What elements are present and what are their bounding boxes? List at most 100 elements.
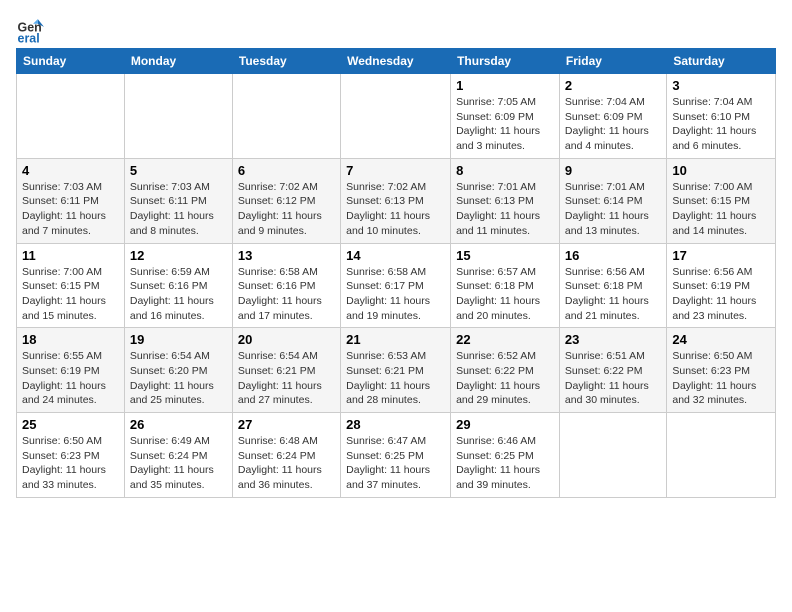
- day-cell: 10 Sunrise: 7:00 AM Sunset: 6:15 PM Dayli…: [667, 158, 776, 243]
- day-number: 27: [238, 417, 335, 432]
- day-cell: 15 Sunrise: 6:57 AM Sunset: 6:18 PM Dayli…: [451, 243, 560, 328]
- day-info: Sunrise: 7:00 AM Sunset: 6:15 PM Dayligh…: [672, 180, 770, 239]
- col-header-sunday: Sunday: [17, 49, 125, 74]
- week-row-2: 4 Sunrise: 7:03 AM Sunset: 6:11 PM Daylig…: [17, 158, 776, 243]
- day-number: 5: [130, 163, 227, 178]
- day-info: Sunrise: 7:04 AM Sunset: 6:10 PM Dayligh…: [672, 95, 770, 154]
- col-header-thursday: Thursday: [451, 49, 560, 74]
- day-cell: 20Sunrise: 6:54 AM Sunset: 6:21 PM Dayli…: [232, 328, 340, 413]
- day-info: Sunrise: 6:46 AM Sunset: 6:25 PM Dayligh…: [456, 434, 554, 493]
- day-cell: [559, 413, 666, 498]
- day-cell: 22 Sunrise: 6:52 AM Sunset: 6:22 PM Dayli…: [451, 328, 560, 413]
- day-cell: [17, 74, 125, 159]
- day-number: 12: [130, 248, 227, 263]
- day-info: Sunrise: 7:01 AM Sunset: 6:13 PM Dayligh…: [456, 180, 554, 239]
- week-row-1: 1 Sunrise: 7:05 AM Sunset: 6:09 PM Daylig…: [17, 74, 776, 159]
- day-cell: 23 Sunrise: 6:51 AM Sunset: 6:22 PM Dayli…: [559, 328, 666, 413]
- day-cell: 5 Sunrise: 7:03 AM Sunset: 6:11 PM Daylig…: [124, 158, 232, 243]
- day-cell: 3 Sunrise: 7:04 AM Sunset: 6:10 PM Daylig…: [667, 74, 776, 159]
- day-info: Sunrise: 7:02 AM Sunset: 6:13 PM Dayligh…: [346, 180, 445, 239]
- day-number: 21: [346, 332, 445, 347]
- day-number: 15: [456, 248, 554, 263]
- day-cell: 4 Sunrise: 7:03 AM Sunset: 6:11 PM Daylig…: [17, 158, 125, 243]
- col-header-wednesday: Wednesday: [341, 49, 451, 74]
- col-header-saturday: Saturday: [667, 49, 776, 74]
- svg-text:eral: eral: [18, 31, 40, 44]
- day-number: 20: [238, 332, 335, 347]
- day-number: 16: [565, 248, 661, 263]
- day-cell: [232, 74, 340, 159]
- day-cell: 7 Sunrise: 7:02 AM Sunset: 6:13 PM Daylig…: [341, 158, 451, 243]
- day-cell: [124, 74, 232, 159]
- day-info: Sunrise: 6:52 AM Sunset: 6:22 PM Dayligh…: [456, 349, 554, 408]
- day-info: Sunrise: 6:55 AM Sunset: 6:19 PM Dayligh…: [22, 349, 119, 408]
- day-info: Sunrise: 7:04 AM Sunset: 6:09 PM Dayligh…: [565, 95, 661, 154]
- day-cell: 29 Sunrise: 6:46 AM Sunset: 6:25 PM Dayli…: [451, 413, 560, 498]
- day-number: 4: [22, 163, 119, 178]
- day-info: Sunrise: 7:03 AM Sunset: 6:11 PM Dayligh…: [130, 180, 227, 239]
- day-cell: 28 Sunrise: 6:47 AM Sunset: 6:25 PM Dayli…: [341, 413, 451, 498]
- day-cell: 25Sunrise: 6:50 AM Sunset: 6:23 PM Dayli…: [17, 413, 125, 498]
- day-cell: 27 Sunrise: 6:48 AM Sunset: 6:24 PM Dayli…: [232, 413, 340, 498]
- day-cell: 24 Sunrise: 6:50 AM Sunset: 6:23 PM Dayli…: [667, 328, 776, 413]
- day-number: 24: [672, 332, 770, 347]
- day-number: 7: [346, 163, 445, 178]
- day-info: Sunrise: 6:56 AM Sunset: 6:19 PM Dayligh…: [672, 265, 770, 324]
- day-info: Sunrise: 7:00 AM Sunset: 6:15 PM Dayligh…: [22, 265, 119, 324]
- day-cell: 2Sunrise: 7:04 AM Sunset: 6:09 PM Daylig…: [559, 74, 666, 159]
- day-info: Sunrise: 7:03 AM Sunset: 6:11 PM Dayligh…: [22, 180, 119, 239]
- day-info: Sunrise: 6:58 AM Sunset: 6:17 PM Dayligh…: [346, 265, 445, 324]
- day-number: 10: [672, 163, 770, 178]
- day-info: Sunrise: 6:54 AM Sunset: 6:20 PM Dayligh…: [130, 349, 227, 408]
- logo: Gen eral: [16, 16, 46, 44]
- day-info: Sunrise: 6:50 AM Sunset: 6:23 PM Dayligh…: [22, 434, 119, 493]
- day-cell: 16Sunrise: 6:56 AM Sunset: 6:18 PM Dayli…: [559, 243, 666, 328]
- day-number: 11: [22, 248, 119, 263]
- col-header-tuesday: Tuesday: [232, 49, 340, 74]
- day-number: 17: [672, 248, 770, 263]
- day-info: Sunrise: 6:50 AM Sunset: 6:23 PM Dayligh…: [672, 349, 770, 408]
- day-cell: 12 Sunrise: 6:59 AM Sunset: 6:16 PM Dayli…: [124, 243, 232, 328]
- day-number: 29: [456, 417, 554, 432]
- week-row-5: 25Sunrise: 6:50 AM Sunset: 6:23 PM Dayli…: [17, 413, 776, 498]
- day-info: Sunrise: 6:57 AM Sunset: 6:18 PM Dayligh…: [456, 265, 554, 324]
- day-cell: 11 Sunrise: 7:00 AM Sunset: 6:15 PM Dayli…: [17, 243, 125, 328]
- day-info: Sunrise: 6:58 AM Sunset: 6:16 PM Dayligh…: [238, 265, 335, 324]
- day-cell: 13Sunrise: 6:58 AM Sunset: 6:16 PM Dayli…: [232, 243, 340, 328]
- day-cell: 18 Sunrise: 6:55 AM Sunset: 6:19 PM Dayli…: [17, 328, 125, 413]
- day-info: Sunrise: 6:53 AM Sunset: 6:21 PM Dayligh…: [346, 349, 445, 408]
- day-number: 14: [346, 248, 445, 263]
- day-number: 1: [456, 78, 554, 93]
- day-cell: 1 Sunrise: 7:05 AM Sunset: 6:09 PM Daylig…: [451, 74, 560, 159]
- day-cell: [341, 74, 451, 159]
- day-cell: 19 Sunrise: 6:54 AM Sunset: 6:20 PM Dayli…: [124, 328, 232, 413]
- day-number: 3: [672, 78, 770, 93]
- day-number: 18: [22, 332, 119, 347]
- day-number: 23: [565, 332, 661, 347]
- page-header: Gen eral: [16, 16, 776, 44]
- calendar-header: SundayMondayTuesdayWednesdayThursdayFrid…: [17, 49, 776, 74]
- day-info: Sunrise: 6:48 AM Sunset: 6:24 PM Dayligh…: [238, 434, 335, 493]
- day-info: Sunrise: 6:49 AM Sunset: 6:24 PM Dayligh…: [130, 434, 227, 493]
- day-info: Sunrise: 6:47 AM Sunset: 6:25 PM Dayligh…: [346, 434, 445, 493]
- day-cell: 6Sunrise: 7:02 AM Sunset: 6:12 PM Daylig…: [232, 158, 340, 243]
- col-header-monday: Monday: [124, 49, 232, 74]
- day-cell: 8 Sunrise: 7:01 AM Sunset: 6:13 PM Daylig…: [451, 158, 560, 243]
- day-cell: [667, 413, 776, 498]
- logo-icon: Gen eral: [16, 16, 44, 44]
- week-row-4: 18 Sunrise: 6:55 AM Sunset: 6:19 PM Dayli…: [17, 328, 776, 413]
- week-row-3: 11 Sunrise: 7:00 AM Sunset: 6:15 PM Dayli…: [17, 243, 776, 328]
- day-info: Sunrise: 7:05 AM Sunset: 6:09 PM Dayligh…: [456, 95, 554, 154]
- day-number: 8: [456, 163, 554, 178]
- day-number: 22: [456, 332, 554, 347]
- day-cell: 9Sunrise: 7:01 AM Sunset: 6:14 PM Daylig…: [559, 158, 666, 243]
- day-number: 9: [565, 163, 661, 178]
- day-number: 28: [346, 417, 445, 432]
- col-header-friday: Friday: [559, 49, 666, 74]
- day-cell: 17 Sunrise: 6:56 AM Sunset: 6:19 PM Dayli…: [667, 243, 776, 328]
- day-cell: 14 Sunrise: 6:58 AM Sunset: 6:17 PM Dayli…: [341, 243, 451, 328]
- day-info: Sunrise: 6:59 AM Sunset: 6:16 PM Dayligh…: [130, 265, 227, 324]
- day-number: 19: [130, 332, 227, 347]
- day-number: 26: [130, 417, 227, 432]
- day-info: Sunrise: 6:51 AM Sunset: 6:22 PM Dayligh…: [565, 349, 661, 408]
